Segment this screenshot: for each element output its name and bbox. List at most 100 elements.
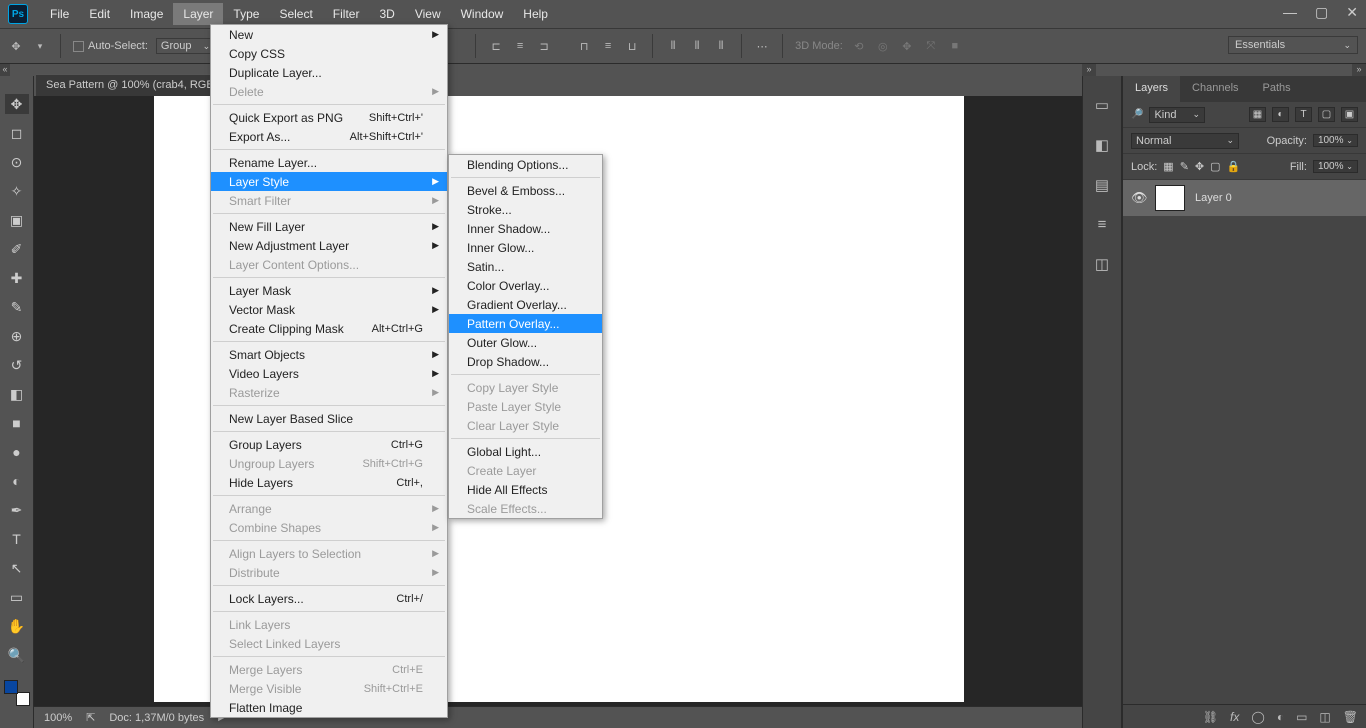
color-panel-icon[interactable]: ◧ — [1095, 136, 1109, 154]
menu-item[interactable]: Quick Export as PNGShift+Ctrl+' — [211, 108, 447, 127]
menu-filter[interactable]: Filter — [323, 3, 370, 25]
distribute-bottom-icon[interactable]: ⫴ — [713, 38, 729, 54]
clone-tool[interactable]: ⊕ — [5, 326, 29, 346]
menu-item[interactable]: Export As...Alt+Shift+Ctrl+' — [211, 127, 447, 146]
align-center-h-icon[interactable]: ≡ — [512, 38, 528, 54]
lock-artboard-icon[interactable]: ▢ — [1210, 160, 1220, 173]
move-tool[interactable]: ✥ — [5, 94, 29, 114]
lock-transparent-icon[interactable]: ▦ — [1163, 160, 1173, 173]
filter-smart-icon[interactable]: ▣ — [1341, 107, 1358, 122]
type-tool[interactable]: T — [5, 529, 29, 549]
menu-item[interactable]: Stroke... — [449, 200, 602, 219]
menu-help[interactable]: Help — [513, 3, 558, 25]
delete-layer-icon[interactable]: 🗑 — [1343, 710, 1358, 724]
menu-item[interactable]: Satin... — [449, 257, 602, 276]
blur-tool[interactable]: ● — [5, 442, 29, 462]
filter-type-icon[interactable]: T — [1295, 107, 1312, 122]
menu-item[interactable]: Pattern Overlay... — [449, 314, 602, 333]
new-fill-icon[interactable]: ◐ — [1277, 710, 1284, 724]
auto-select-checkbox[interactable]: Auto-Select: — [73, 40, 148, 52]
menu-3d[interactable]: 3D — [369, 3, 404, 25]
menu-item[interactable]: Hide LayersCtrl+, — [211, 473, 447, 492]
filter-adjust-icon[interactable]: ◐ — [1272, 107, 1289, 122]
align-bottom-icon[interactable]: ⊔ — [624, 38, 640, 54]
history-brush-tool[interactable]: ↺ — [5, 355, 29, 375]
menu-item[interactable]: Lock Layers...Ctrl+/ — [211, 589, 447, 608]
distribute-top-icon[interactable]: ⫴ — [665, 38, 681, 54]
rectangle-tool[interactable]: ▭ — [5, 587, 29, 607]
menu-item[interactable]: Vector Mask▶ — [211, 300, 447, 319]
menu-image[interactable]: Image — [120, 3, 173, 25]
path-select-tool[interactable]: ↖ — [5, 558, 29, 578]
menu-layer[interactable]: Layer — [173, 3, 223, 25]
color-swatch[interactable] — [4, 680, 30, 706]
align-top-icon[interactable]: ⊓ — [576, 38, 592, 54]
workspace-selector[interactable]: Essentials⌄ — [1228, 36, 1358, 54]
tool-preset-icon[interactable]: ▾ — [32, 38, 48, 54]
eraser-tool[interactable]: ◧ — [5, 384, 29, 404]
lock-pixels-icon[interactable]: ✎ — [1180, 160, 1189, 173]
menu-type[interactable]: Type — [223, 3, 269, 25]
menu-item[interactable]: Drop Shadow... — [449, 352, 602, 371]
libraries-panel-icon[interactable]: ▤ — [1095, 176, 1109, 194]
fill-value[interactable]: 100% ⌄ — [1313, 160, 1358, 173]
filter-shape-icon[interactable]: ▢ — [1318, 107, 1335, 122]
new-group-icon[interactable]: ▭ — [1296, 710, 1307, 724]
align-center-v-icon[interactable]: ≡ — [600, 38, 616, 54]
menu-item[interactable]: Layer Style▶ — [211, 172, 447, 191]
menu-window[interactable]: Window — [451, 3, 514, 25]
healing-tool[interactable]: ✚ — [5, 268, 29, 288]
magic-wand-tool[interactable]: ✧ — [5, 181, 29, 201]
doc-info[interactable]: Doc: 1,37M/0 bytes — [109, 712, 204, 724]
adjustments-panel-icon[interactable]: ≡ — [1098, 216, 1107, 233]
menu-item[interactable]: Gradient Overlay... — [449, 295, 602, 314]
menu-item[interactable]: Blending Options... — [449, 155, 602, 174]
maximize-icon[interactable]: ▢ — [1315, 4, 1328, 21]
styles-panel-icon[interactable]: ◫ — [1095, 255, 1109, 273]
menu-item[interactable]: Smart Objects▶ — [211, 345, 447, 364]
collapse-left-icon[interactable]: « — [0, 64, 10, 76]
menu-item[interactable]: Inner Shadow... — [449, 219, 602, 238]
history-panel-icon[interactable]: ▭ — [1095, 96, 1109, 114]
menu-item[interactable]: Global Light... — [449, 442, 602, 461]
menu-item[interactable]: Rename Layer... — [211, 153, 447, 172]
gradient-tool[interactable]: ■ — [5, 413, 29, 433]
panel-tab-channels[interactable]: Channels — [1180, 76, 1250, 102]
menu-item[interactable]: New Fill Layer▶ — [211, 217, 447, 236]
lasso-tool[interactable]: ⊙ — [5, 152, 29, 172]
more-icon[interactable]: ⋯ — [754, 38, 770, 54]
filter-pixel-icon[interactable]: ▦ — [1249, 107, 1266, 122]
panel-tab-paths[interactable]: Paths — [1251, 76, 1303, 102]
collapse-dock-icon[interactable]: » — [1082, 64, 1096, 76]
menu-item[interactable]: Inner Glow... — [449, 238, 602, 257]
blend-mode-dropdown[interactable]: Normal⌄ — [1131, 133, 1239, 149]
menu-item[interactable]: Outer Glow... — [449, 333, 602, 352]
hand-tool[interactable]: ✋ — [5, 616, 29, 636]
brush-tool[interactable]: ✎ — [5, 297, 29, 317]
crop-tool[interactable]: ▣ — [5, 210, 29, 230]
menu-item[interactable]: Layer Mask▶ — [211, 281, 447, 300]
panel-tab-layers[interactable]: Layers — [1123, 76, 1180, 102]
align-right-icon[interactable]: ⊐ — [536, 38, 552, 54]
menu-edit[interactable]: Edit — [79, 3, 120, 25]
lock-all-icon[interactable]: 🔒 — [1227, 160, 1241, 173]
menu-item[interactable]: Video Layers▶ — [211, 364, 447, 383]
layer-mask-icon[interactable]: ◯ — [1251, 710, 1264, 724]
auto-select-dropdown[interactable]: Group ⌄ — [156, 38, 215, 54]
menu-item[interactable]: Hide All Effects — [449, 480, 602, 499]
distribute-v-icon[interactable]: ⫴ — [689, 38, 705, 54]
menu-item[interactable]: New Layer Based Slice — [211, 409, 447, 428]
menu-select[interactable]: Select — [269, 3, 322, 25]
eyedropper-tool[interactable]: ✐ — [5, 239, 29, 259]
opacity-value[interactable]: 100% ⌄ — [1313, 134, 1358, 147]
menu-item[interactable]: Create Clipping MaskAlt+Ctrl+G — [211, 319, 447, 338]
zoom-level[interactable]: 100% — [44, 712, 72, 724]
collapse-panels-icon[interactable]: » — [1352, 64, 1366, 76]
marquee-tool[interactable]: ◻ — [5, 123, 29, 143]
menu-item[interactable]: New Adjustment Layer▶ — [211, 236, 447, 255]
layer-style-icon[interactable]: fx — [1230, 710, 1239, 724]
menu-file[interactable]: File — [40, 3, 79, 25]
close-icon[interactable]: ✕ — [1346, 4, 1358, 21]
lock-position-icon[interactable]: ✥ — [1195, 160, 1204, 173]
layer-name[interactable]: Layer 0 — [1195, 192, 1232, 204]
